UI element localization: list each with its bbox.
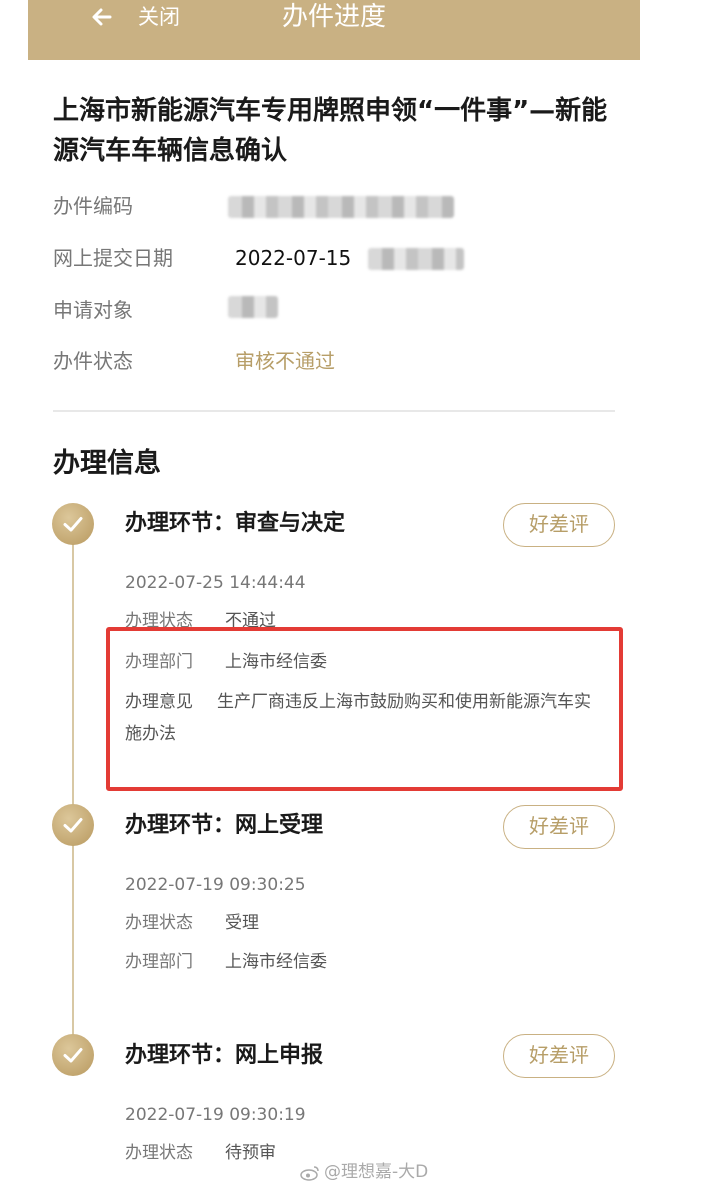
divider bbox=[53, 410, 615, 412]
case-code-label: 办件编码 bbox=[53, 194, 133, 218]
section-title: 办理信息 bbox=[53, 448, 161, 479]
review-button[interactable]: 好差评 bbox=[503, 1034, 615, 1078]
status-label: 办件状态 bbox=[53, 349, 133, 373]
highlight-box bbox=[106, 627, 623, 791]
submit-time-redacted bbox=[368, 248, 464, 270]
step-timestamp: 2022-07-25 14:44:44 bbox=[125, 573, 306, 593]
watermark: @理想嘉-大D bbox=[300, 1160, 428, 1184]
weibo-icon bbox=[300, 1164, 320, 1181]
case-title: 上海市新能源汽车专用牌照申领“一件事”—新能源汽车车辆信息确认 bbox=[53, 96, 608, 166]
step-state-value: 受理 bbox=[225, 913, 259, 933]
step-timestamp: 2022-07-19 09:30:25 bbox=[125, 875, 306, 895]
step-state-label: 办理状态 bbox=[125, 913, 193, 933]
step-state-value: 待预审 bbox=[225, 1143, 276, 1163]
submit-date-value: 2022-07-15 bbox=[235, 246, 352, 270]
step-timestamp: 2022-07-19 09:30:19 bbox=[125, 1105, 306, 1125]
top-nav-bar: 关闭 办件进度 bbox=[28, 0, 640, 60]
case-code-redacted bbox=[228, 196, 454, 218]
check-icon bbox=[52, 1034, 94, 1076]
step-dept-label: 办理部门 bbox=[125, 952, 193, 972]
step-state-label: 办理状态 bbox=[125, 1143, 193, 1163]
review-button[interactable]: 好差评 bbox=[503, 503, 615, 547]
step-title: 办理环节：网上受理 bbox=[125, 813, 324, 838]
step-title: 办理环节：网上申报 bbox=[125, 1043, 324, 1068]
watermark-text: @理想嘉-大D bbox=[324, 1162, 429, 1182]
step-title: 办理环节：审查与决定 bbox=[125, 511, 346, 536]
applicant-redacted bbox=[228, 296, 278, 318]
submit-date-label: 网上提交日期 bbox=[53, 246, 173, 270]
status-value: 审核不通过 bbox=[235, 349, 335, 373]
timeline-line bbox=[72, 524, 74, 1060]
check-icon bbox=[52, 503, 94, 545]
step-dept-value: 上海市经信委 bbox=[225, 952, 327, 972]
check-icon bbox=[52, 804, 94, 846]
applicant-label: 申请对象 bbox=[53, 298, 133, 322]
page-title: 办件进度 bbox=[281, 2, 386, 32]
review-button[interactable]: 好差评 bbox=[503, 805, 615, 849]
